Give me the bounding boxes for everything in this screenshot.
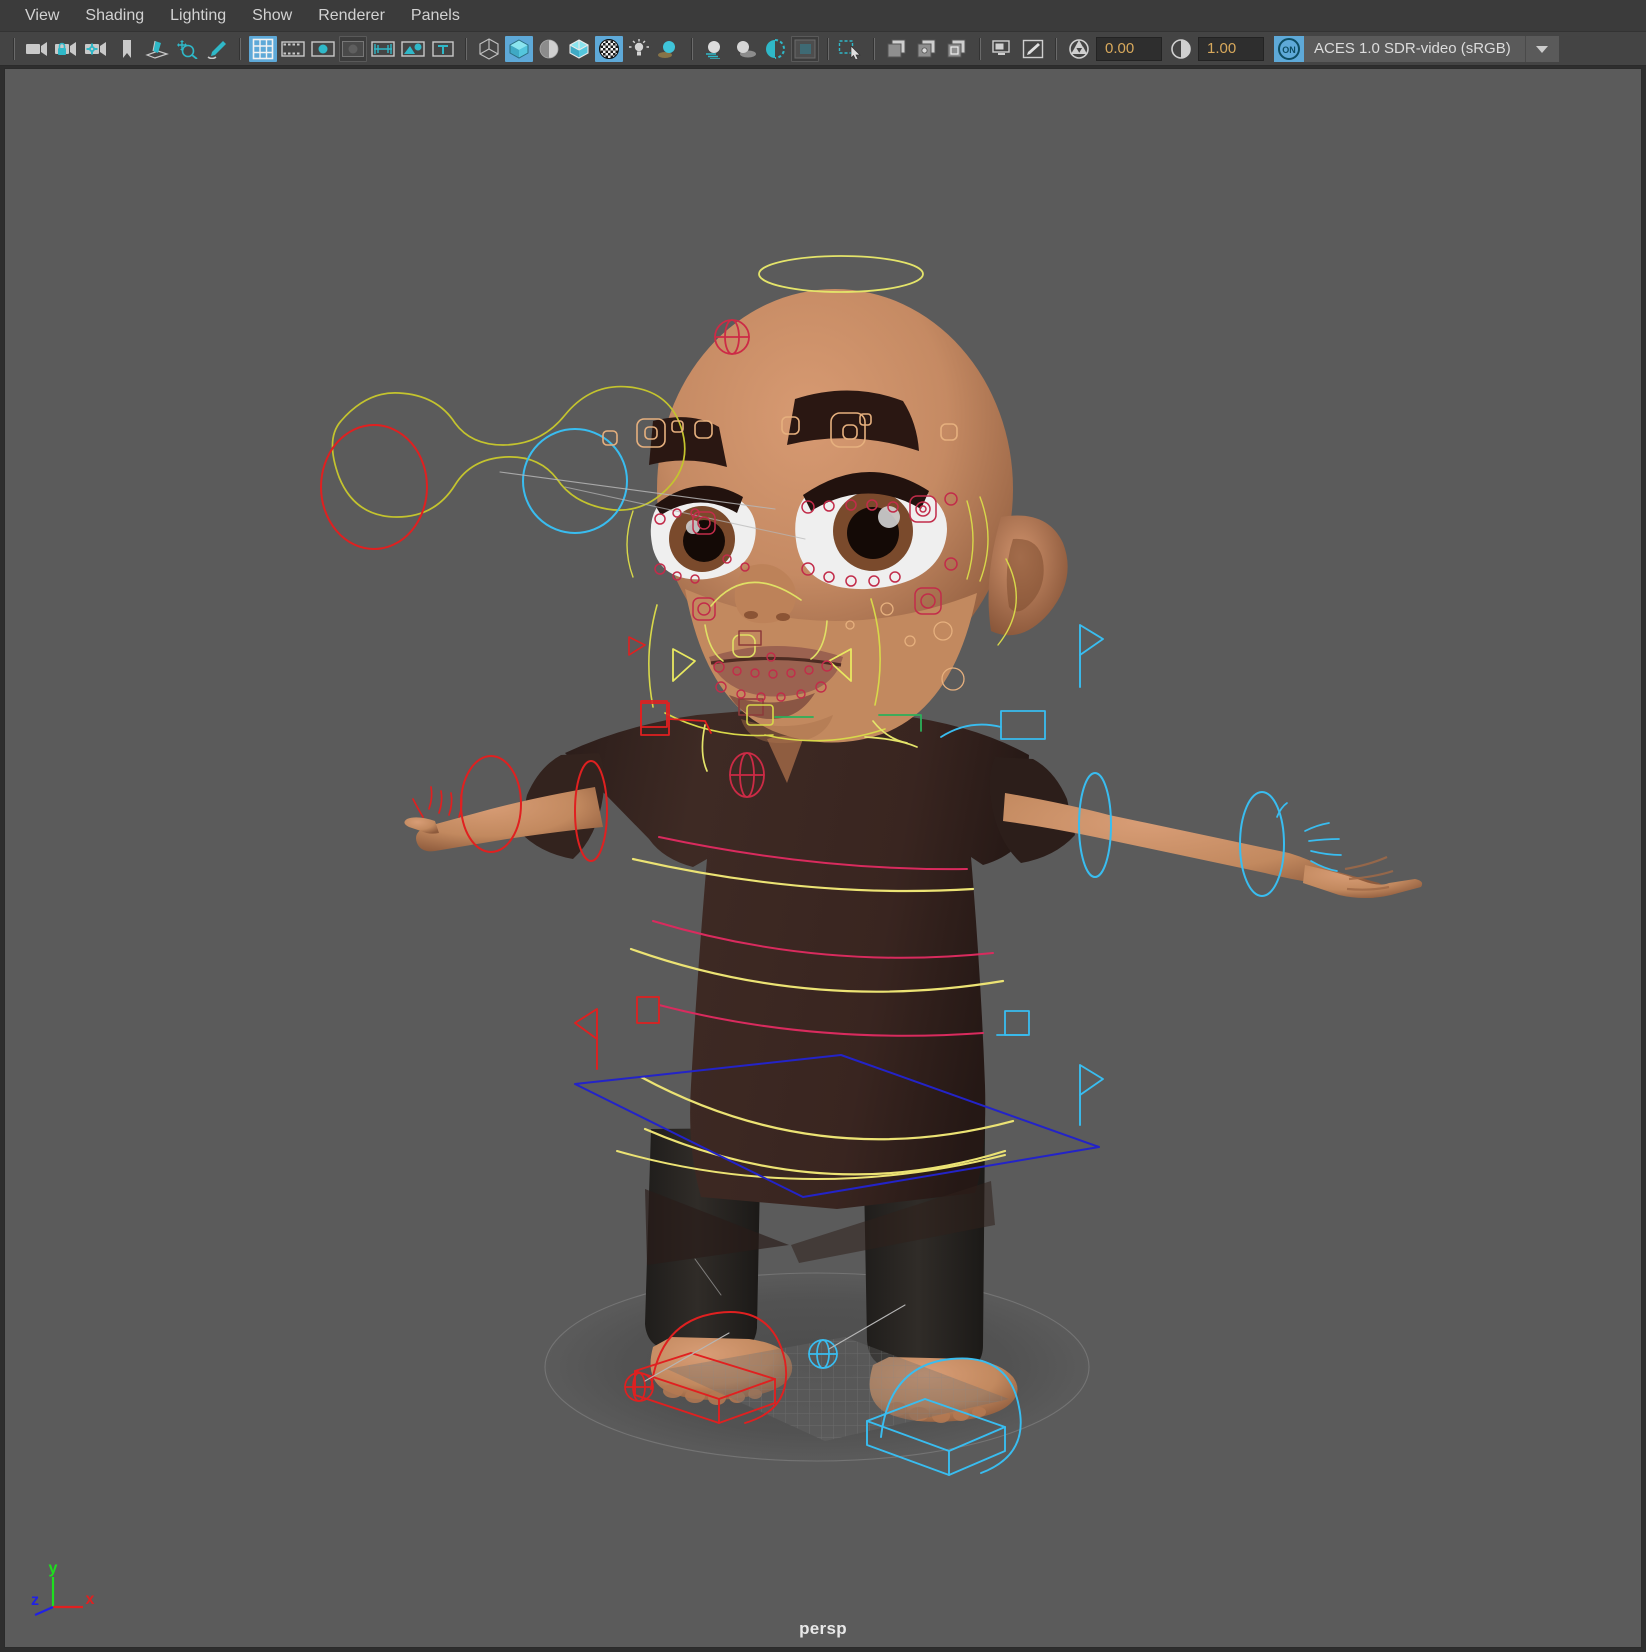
select-camera-icon[interactable]: [23, 36, 51, 62]
depth-of-field-icon[interactable]: [791, 35, 819, 62]
gate-mask-icon[interactable]: [339, 35, 367, 62]
safe-title-icon[interactable]: [429, 36, 457, 62]
textured-icon[interactable]: [595, 35, 623, 62]
svg-text:ON: ON: [1282, 45, 1296, 55]
camera-attributes-icon[interactable]: [83, 36, 111, 62]
left-leg-pole-vector: [574, 1008, 598, 1070]
shadows-icon[interactable]: [655, 36, 683, 62]
exposure-display-icon[interactable]: [989, 36, 1017, 62]
anti-alias-icon[interactable]: [761, 36, 789, 62]
two-dimensional-pan-zoom-icon[interactable]: [173, 36, 201, 62]
right-wrist-control: [1239, 791, 1285, 897]
head-control: [758, 255, 924, 293]
grease-pencil-icon[interactable]: [203, 36, 231, 62]
smooth-shade-all-icon[interactable]: [505, 35, 533, 62]
toolbar-separator: [465, 37, 467, 60]
isolate-select-icon[interactable]: [837, 36, 865, 62]
gamma-input[interactable]: 1.00: [1198, 36, 1264, 61]
xray-active-components-icon[interactable]: [943, 36, 971, 62]
toolbar-separator: [979, 37, 981, 60]
menu-item-lighting[interactable]: Lighting: [157, 4, 239, 28]
menu-item-panels[interactable]: Panels: [398, 4, 473, 28]
viewport-scene: [320, 255, 1423, 1476]
ambient-occlusion-icon[interactable]: [731, 36, 759, 62]
color-management-toggle[interactable]: ON: [1274, 35, 1304, 62]
film-gate-icon[interactable]: [279, 36, 307, 62]
xray-joints-icon[interactable]: [913, 36, 941, 62]
menu-bar: View Shading Lighting Show Renderer Pane…: [0, 0, 1646, 32]
toolbar-separator: [873, 37, 875, 60]
aperture-icon: [1065, 36, 1093, 62]
z-axis-label: z: [31, 1592, 39, 1609]
viewport-tool-bar: 0.00 1.00 ON ACES 1.0 SDR-video (sRGB): [0, 32, 1646, 66]
toolbar-separator: [827, 37, 829, 60]
axis-gizmo: y x z: [29, 1560, 99, 1621]
left-finger-controls: [412, 786, 463, 818]
bookmark-icon[interactable]: [113, 36, 141, 62]
shaded-wireframe-icon[interactable]: [565, 36, 593, 62]
color-picker-icon[interactable]: [1019, 36, 1047, 62]
contrast-icon: [1167, 36, 1195, 62]
toolbar-separator: [691, 37, 693, 60]
toolbar-separator: [239, 37, 241, 60]
right-arm-pole-vector: [1079, 624, 1104, 688]
right-eye: [795, 471, 947, 590]
smooth-shade-flat-icon[interactable]: [535, 36, 563, 62]
safe-action-icon[interactable]: [399, 36, 427, 62]
wireframe-icon[interactable]: [475, 36, 503, 62]
persp-viewport[interactable]: y x z persp: [4, 68, 1642, 1648]
camera-name-label: persp: [799, 1619, 847, 1638]
maya-viewport-window: View Shading Lighting Show Renderer Pane…: [0, 0, 1646, 1652]
field-chart-icon[interactable]: [369, 36, 397, 62]
y-axis-label: y: [49, 1561, 58, 1577]
image-plane-icon[interactable]: [143, 36, 171, 62]
xray-icon[interactable]: [883, 36, 911, 62]
chevron-down-icon[interactable]: [1524, 35, 1559, 62]
right-leg-pole-vector: [1079, 1064, 1104, 1126]
motion-blur-icon[interactable]: [701, 36, 729, 62]
toolbar-separator: [13, 37, 15, 60]
use-lights-icon[interactable]: [625, 36, 653, 62]
menu-item-view[interactable]: View: [12, 4, 72, 28]
right-side-box-controls: [996, 1010, 1030, 1036]
grid-icon[interactable]: [249, 35, 277, 62]
eye-aim-master-control: [331, 385, 686, 518]
lock-camera-icon[interactable]: [53, 36, 81, 62]
resolution-gate-icon[interactable]: [309, 36, 337, 62]
character-mesh: [404, 289, 1423, 1423]
left-eye-aim-control: [320, 424, 428, 550]
menu-item-shading[interactable]: Shading: [72, 4, 157, 28]
color-transform-name[interactable]: ACES 1.0 SDR-video (sRGB): [1304, 35, 1525, 62]
toolbar-separator: [1055, 37, 1057, 60]
menu-item-renderer[interactable]: Renderer: [305, 4, 398, 28]
menu-item-show[interactable]: Show: [239, 4, 305, 28]
x-axis-label: x: [86, 1591, 95, 1608]
exposure-input[interactable]: 0.00: [1096, 36, 1162, 61]
